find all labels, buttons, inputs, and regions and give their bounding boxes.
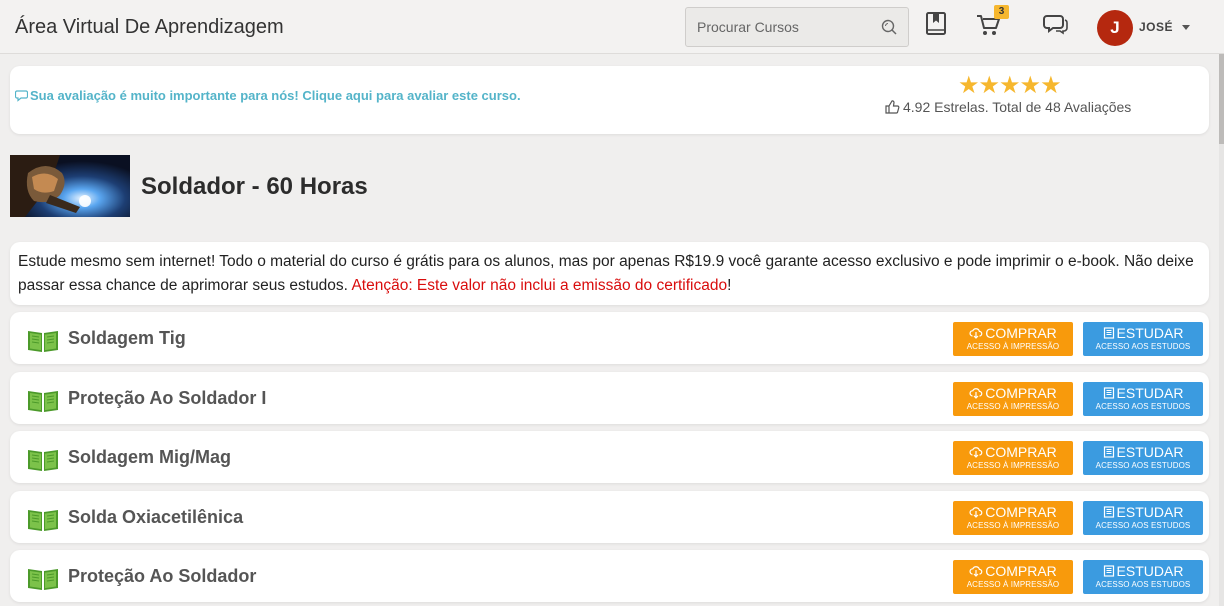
module-title[interactable]: Soldagem Mig/Mag	[68, 447, 231, 468]
document-icon	[1103, 563, 1117, 579]
info-text: Estude mesmo sem internet! Todo o materi…	[18, 250, 1204, 298]
module-title[interactable]: Proteção Ao Soldador I	[68, 388, 266, 409]
buy-sublabel: ACESSO À IMPRESSÃO	[966, 461, 1060, 470]
thumbs-up-icon	[885, 100, 900, 114]
rate-course-text: Sua avaliação é muito importante para nó…	[30, 88, 521, 103]
buy-label: COMPRAR	[985, 325, 1057, 341]
top-navbar: Área Virtual De Aprendizagem 3 J JOSÉ	[0, 0, 1224, 54]
module-title[interactable]: Solda Oxiacetilênica	[68, 507, 243, 528]
chevron-down-icon[interactable]	[1182, 25, 1190, 30]
certificate-warning: Atenção: Este valor não inclui a emissão…	[351, 277, 728, 294]
study-sublabel: ACESSO AOS ESTUDOS	[1095, 580, 1191, 589]
study-label: ESTUDAR	[1116, 385, 1184, 401]
info-card: Estude mesmo sem internet! Todo o materi…	[10, 242, 1209, 305]
rating-card: Sua avaliação é muito importante para nó…	[10, 66, 1209, 134]
course-image	[10, 155, 130, 217]
module-row: Proteção Ao Soldador I COMPRAR ACESSO À IM…	[10, 372, 1209, 424]
study-button[interactable]: ESTUDAR ACESSO AOS ESTUDOS	[1083, 501, 1203, 535]
book-icon	[26, 445, 60, 473]
buy-button[interactable]: COMPRAR ACESSO À IMPRESSÃO	[953, 560, 1073, 594]
search-input[interactable]	[686, 8, 876, 46]
study-label: ESTUDAR	[1116, 444, 1184, 460]
buy-button[interactable]: COMPRAR ACESSO À IMPRESSÃO	[953, 441, 1073, 475]
module-row: Soldagem Mig/Mag COMPRAR ACESSO À IMPRESSÃ…	[10, 431, 1209, 483]
cart-count-badge: 3	[994, 5, 1009, 19]
document-icon	[1103, 444, 1117, 460]
buy-label: COMPRAR	[985, 444, 1057, 460]
document-icon	[1103, 385, 1117, 401]
info-end: !	[727, 277, 732, 294]
buy-label: COMPRAR	[985, 385, 1057, 401]
cloud-download-icon	[969, 325, 985, 341]
book-icon	[26, 505, 60, 533]
book-icon	[26, 386, 60, 414]
page-scrollbar[interactable]	[1219, 54, 1224, 606]
module-row: Proteção Ao Soldador COMPRAR ACESSO À IMPR…	[10, 550, 1209, 602]
module-row: Soldagem Tig COMPRAR ACESSO À IMPRESSÃO EST…	[10, 312, 1209, 364]
search-icon[interactable]	[880, 18, 898, 36]
module-title[interactable]: Proteção Ao Soldador	[68, 566, 256, 587]
module-title[interactable]: Soldagem Tig	[68, 328, 186, 349]
buy-sublabel: ACESSO À IMPRESSÃO	[966, 342, 1060, 351]
study-sublabel: ACESSO AOS ESTUDOS	[1095, 402, 1191, 411]
cloud-download-icon	[969, 444, 985, 460]
module-row: Solda Oxiacetilênica COMPRAR ACESSO À IMPR…	[10, 491, 1209, 543]
cloud-download-icon	[969, 385, 985, 401]
scrollbar-thumb[interactable]	[1219, 54, 1224, 144]
study-button[interactable]: ESTUDAR ACESSO AOS ESTUDOS	[1083, 382, 1203, 416]
study-label: ESTUDAR	[1116, 563, 1184, 579]
study-button[interactable]: ESTUDAR ACESSO AOS ESTUDOS	[1083, 441, 1203, 475]
study-sublabel: ACESSO AOS ESTUDOS	[1095, 342, 1191, 351]
rating-stars: ★★★★★	[958, 72, 1062, 99]
cloud-download-icon	[969, 563, 985, 579]
buy-label: COMPRAR	[985, 563, 1057, 579]
buy-button[interactable]: COMPRAR ACESSO À IMPRESSÃO	[953, 382, 1073, 416]
course-title: Soldador - 60 Horas	[141, 173, 368, 200]
study-label: ESTUDAR	[1116, 504, 1184, 520]
user-menu-name[interactable]: JOSÉ	[1139, 20, 1173, 34]
document-icon	[1103, 325, 1117, 341]
buy-button[interactable]: COMPRAR ACESSO À IMPRESSÃO	[953, 322, 1073, 356]
chat-icon[interactable]	[1043, 10, 1069, 38]
buy-sublabel: ACESSO À IMPRESSÃO	[966, 521, 1060, 530]
user-avatar[interactable]: J	[1097, 10, 1133, 46]
study-button[interactable]: ESTUDAR ACESSO AOS ESTUDOS	[1083, 560, 1203, 594]
buy-sublabel: ACESSO À IMPRESSÃO	[966, 402, 1060, 411]
library-book-icon[interactable]	[923, 10, 949, 38]
rating-summary: 4.92 Estrelas. Total de 48 Avaliações	[885, 99, 1131, 115]
rating-summary-text: 4.92 Estrelas. Total de 48 Avaliações	[903, 99, 1132, 115]
book-icon	[26, 564, 60, 592]
comment-icon	[14, 90, 29, 102]
book-icon	[26, 326, 60, 354]
app-title[interactable]: Área Virtual De Aprendizagem	[15, 16, 284, 39]
rate-course-link[interactable]: Sua avaliação é muito importante para nó…	[14, 88, 521, 103]
study-button[interactable]: ESTUDAR ACESSO AOS ESTUDOS	[1083, 322, 1203, 356]
search-box	[685, 7, 909, 47]
study-sublabel: ACESSO AOS ESTUDOS	[1095, 461, 1191, 470]
buy-button[interactable]: COMPRAR ACESSO À IMPRESSÃO	[953, 501, 1073, 535]
document-icon	[1103, 504, 1117, 520]
study-sublabel: ACESSO AOS ESTUDOS	[1095, 521, 1191, 530]
buy-label: COMPRAR	[985, 504, 1057, 520]
study-label: ESTUDAR	[1116, 325, 1184, 341]
cloud-download-icon	[969, 504, 985, 520]
buy-sublabel: ACESSO À IMPRESSÃO	[966, 580, 1060, 589]
